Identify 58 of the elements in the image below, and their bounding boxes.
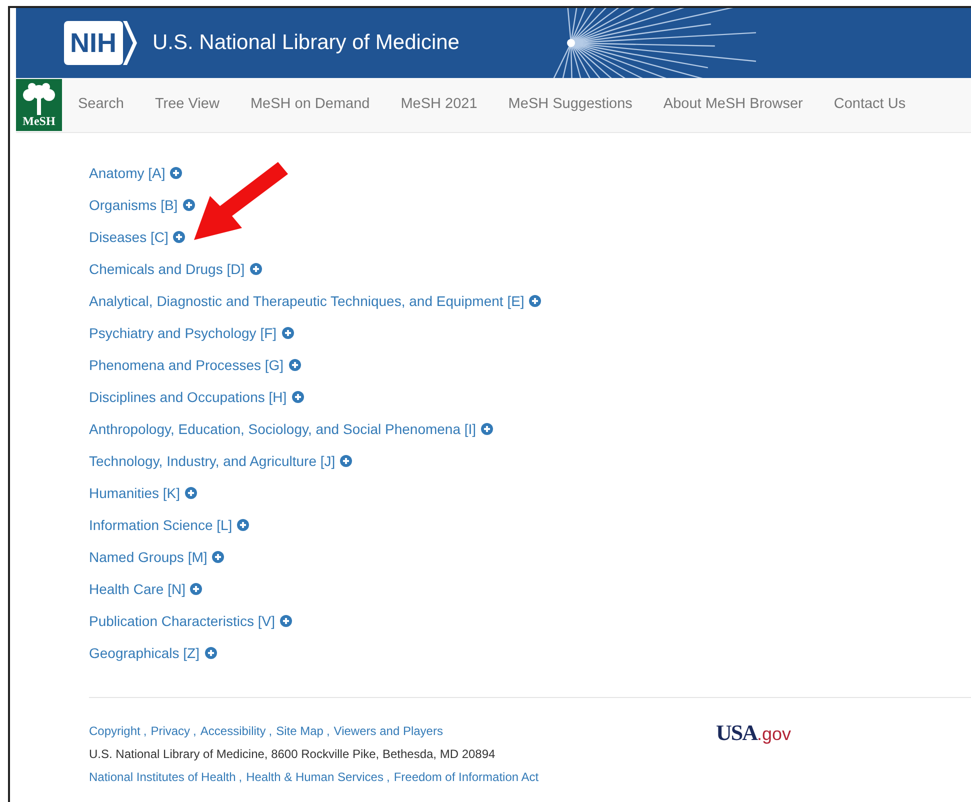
tree-link[interactable]: Named Groups [M] [89, 546, 208, 568]
separator: , [143, 723, 147, 740]
separator: , [238, 769, 242, 786]
tree-link[interactable]: Analytical, Diagnostic and Therapeutic Techniques, and Equipment [E] [89, 290, 524, 312]
footer-link[interactable]: Site Map [276, 722, 324, 740]
tree-link[interactable]: Technology, Industry, and Agriculture [J] [89, 450, 336, 472]
expand-icon[interactable] [282, 327, 294, 339]
chevron-icon [122, 21, 136, 65]
separator: , [326, 723, 330, 740]
tree-link[interactable]: Diseases [C] [89, 226, 168, 248]
nav-link[interactable]: About MeSH Browser [663, 94, 803, 116]
usa-gov-logo[interactable]: USA.gov [716, 716, 792, 749]
tree-link[interactable]: Health Care [N] [89, 578, 186, 600]
footer-link[interactable]: Viewers and Players [334, 722, 443, 740]
tree-link[interactable]: Humanities [K] [89, 482, 180, 504]
tree-link[interactable]: Publication Characteristics [V] [89, 610, 275, 632]
footer-link[interactable]: Accessibility [200, 722, 266, 740]
tree-link[interactable]: Information Science [L] [89, 514, 232, 536]
expand-icon[interactable] [182, 199, 195, 211]
tree-link[interactable]: Anthropology, Education, Sociology, and Social Phenomena [I] [89, 418, 476, 440]
mesh-logo[interactable]: MeSH [16, 79, 62, 131]
tree-link[interactable]: Chemicals and Drugs [D] [89, 258, 245, 280]
separator: , [268, 723, 272, 740]
site-title: U.S. National Library of Medicine [152, 30, 460, 56]
expand-icon[interactable] [170, 167, 182, 179]
expand-icon[interactable] [292, 391, 304, 403]
tree-link[interactable]: Geographicals [Z] [89, 642, 200, 664]
expand-icon[interactable] [173, 231, 186, 243]
expand-icon[interactable] [250, 263, 262, 275]
separator: , [193, 723, 196, 740]
nav-link[interactable]: MeSH on Demand [250, 94, 370, 116]
expand-icon[interactable] [340, 455, 352, 467]
nav-link[interactable]: Search [78, 94, 124, 116]
footer-link[interactable]: Freedom of Information Act [394, 768, 539, 786]
footer-link[interactable]: Copyright [89, 722, 140, 740]
nav-link[interactable]: Contact Us [834, 94, 906, 116]
expand-icon[interactable] [237, 519, 250, 531]
expand-icon[interactable] [204, 647, 216, 659]
expand-icon[interactable] [529, 295, 542, 307]
tree-link[interactable]: Psychiatry and Psychology [F] [89, 322, 277, 344]
expand-icon[interactable] [212, 551, 224, 563]
separator: , [386, 769, 390, 786]
tree-link[interactable]: Phenomena and Processes [G] [89, 354, 284, 376]
tree-link[interactable]: Organisms [B] [89, 194, 178, 216]
expand-icon[interactable] [481, 423, 494, 435]
nav-link[interactable]: Tree View [154, 94, 220, 116]
tree-link[interactable]: Disciplines and Occupations [H] [89, 386, 287, 408]
expand-icon[interactable] [288, 359, 301, 371]
footer-link[interactable]: National Institutes of Health [89, 768, 236, 786]
footer-link[interactable]: Privacy [150, 722, 190, 740]
nav-link[interactable]: MeSH Suggestions [508, 94, 632, 116]
address-text: U.S. National Library of Medicine, 8600 Rockville Pike, Bethesda, MD 20894 [89, 746, 496, 763]
tree-link[interactable]: Anatomy [A] [89, 162, 166, 184]
footer-link[interactable]: Health & Human Services [246, 768, 384, 786]
nav-link[interactable]: MeSH 2021 [400, 94, 478, 116]
expand-icon[interactable] [190, 583, 202, 595]
expand-icon[interactable] [280, 615, 292, 627]
expand-icon[interactable] [185, 487, 198, 499]
